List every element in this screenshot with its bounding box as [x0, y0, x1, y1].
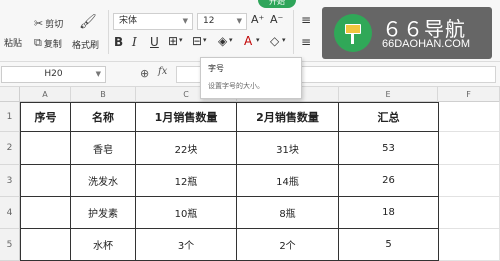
empty-cell[interactable] [439, 132, 500, 165]
table-cell[interactable]: 18 [339, 197, 439, 229]
table-cell[interactable]: 22块 [136, 132, 237, 165]
format-painter-label: 格式刷 [72, 41, 100, 51]
row-header[interactable]: 5 [0, 229, 20, 261]
font-size-value: 12 [203, 16, 215, 26]
align-top-icon[interactable]: ≡ [301, 14, 311, 26]
table-cell[interactable]: 53 [339, 132, 439, 165]
copy-label: 复制 [43, 39, 62, 50]
chevron-down-icon[interactable]: ▾ [203, 37, 207, 44]
paste-label: 粘贴 [4, 39, 23, 49]
chevron-down-icon[interactable]: ▾ [282, 37, 286, 44]
empty-cell[interactable] [439, 229, 500, 261]
table-cell[interactable]: 12瓶 [136, 165, 237, 197]
site-watermark: ６６导航 66DAOHAN.COM [322, 7, 492, 59]
font-size-select[interactable]: 12 ▼ [197, 13, 247, 30]
font-size-tooltip: 字号 设置字号的大小。 [200, 57, 302, 99]
table-cell[interactable]: 水杯 [71, 229, 136, 261]
italic-button[interactable]: I [132, 36, 137, 48]
font-name-select[interactable]: 宋体 ▼ [113, 13, 193, 30]
empty-cell[interactable] [439, 165, 500, 197]
format-painter-icon: 🖌 [79, 14, 97, 30]
paste-button[interactable]: 粘贴 [4, 36, 22, 49]
row-header[interactable]: 2 [0, 132, 20, 165]
table-cell[interactable]: 14瓶 [237, 165, 339, 197]
table-cell[interactable]: 洗发水 [71, 165, 136, 197]
table-cell[interactable]: 10瓶 [136, 197, 237, 229]
copy-icon: ⧉ [34, 36, 42, 49]
bold-button[interactable]: B [114, 36, 123, 48]
cut-label: 剪切 [45, 20, 64, 30]
table-cell[interactable]: 8瓶 [237, 197, 339, 229]
row-header[interactable]: 3 [0, 165, 20, 197]
table-header-cell[interactable]: 1月销售数量 [136, 103, 237, 132]
align-left-icon[interactable]: ≡ [301, 36, 311, 48]
name-box[interactable]: H20 ▼ [1, 66, 106, 83]
column-header[interactable]: B [71, 87, 136, 102]
chevron-down-icon[interactable]: ▾ [256, 37, 260, 44]
table-cell[interactable]: 31块 [237, 132, 339, 165]
format-painter-button[interactable]: 格式刷 [72, 38, 99, 51]
ribbon-divider [293, 10, 294, 54]
tooltip-title: 字号 [208, 64, 224, 73]
row-header[interactable]: 4 [0, 197, 20, 229]
table-header-cell[interactable]: 序号 [21, 103, 71, 132]
table-header-cell[interactable]: 汇总 [339, 103, 439, 132]
table-cell[interactable]: 2个 [237, 229, 339, 261]
fx-icon[interactable]: fx [158, 66, 167, 77]
spreadsheet-grid: A B C D E F 1 2 3 4 5 序号 名称 1月销售数量 2月销售数… [0, 87, 500, 261]
table-header-cell[interactable]: 2月销售数量 [237, 103, 339, 132]
clear-format-icon[interactable]: ◇ [270, 35, 279, 47]
table-cell[interactable]: 5 [339, 229, 439, 261]
empty-cell[interactable] [439, 197, 500, 229]
cut-button[interactable]: ✂ 剪切 [34, 17, 63, 30]
table-cell[interactable] [21, 132, 71, 165]
shrink-font-button[interactable]: A⁻ [270, 14, 283, 25]
chevron-down-icon[interactable]: ▾ [179, 37, 183, 44]
row-header[interactable]: 1 [0, 102, 20, 132]
tab-home[interactable]: 开始 [258, 0, 296, 8]
table-cell[interactable]: 3个 [136, 229, 237, 261]
table-cell[interactable] [21, 197, 71, 229]
watermark-url: 66DAOHAN.COM [382, 38, 471, 50]
table-cell[interactable] [21, 165, 71, 197]
scissors-icon: ✂ [34, 17, 44, 30]
chevron-down-icon: ▼ [95, 70, 101, 78]
zoom-icon[interactable]: ⊕ [140, 67, 149, 80]
grow-font-button[interactable]: A⁺ [251, 14, 264, 25]
underline-button[interactable]: U [150, 36, 159, 48]
signpost-logo-icon [334, 14, 372, 52]
format-painter-icon-button[interactable]: 🖌 [79, 14, 99, 30]
font-name-value: 宋体 [119, 16, 138, 26]
fill-color-icon[interactable]: ◈ [218, 35, 227, 47]
empty-cell[interactable] [439, 102, 500, 132]
column-header[interactable]: A [20, 87, 71, 102]
merge-cells-icon[interactable]: ⊟ [192, 35, 202, 47]
signpost-pole [351, 33, 354, 44]
table-cell[interactable] [21, 229, 71, 261]
name-box-value: H20 [44, 69, 63, 79]
table-cell[interactable]: 护发素 [71, 197, 136, 229]
tooltip-description: 设置字号的大小。 [208, 82, 264, 90]
table-header-cell[interactable]: 名称 [71, 103, 136, 132]
chevron-down-icon[interactable]: ▾ [229, 37, 233, 44]
copy-button[interactable]: ⧉ 复制 [34, 36, 62, 50]
table-cell[interactable]: 香皂 [71, 132, 136, 165]
column-header[interactable]: E [339, 87, 438, 102]
select-all-corner[interactable] [0, 87, 20, 102]
font-color-icon[interactable]: A [244, 35, 252, 47]
border-icon[interactable]: ⊞ [168, 35, 178, 47]
table-cell[interactable]: 26 [339, 165, 439, 197]
ribbon-divider [108, 10, 109, 54]
chevron-down-icon: ▼ [236, 17, 242, 25]
chevron-down-icon: ▼ [182, 17, 188, 25]
column-header[interactable]: F [438, 87, 500, 102]
